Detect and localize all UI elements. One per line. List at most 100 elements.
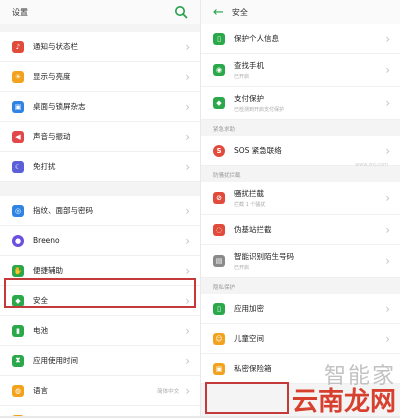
chevron-right-icon: › [185, 69, 190, 84]
list-item[interactable]: ◍ 语言 简体中文 › [0, 376, 200, 406]
list-item-label: 支付保护 [234, 94, 264, 103]
locate-icon: ◉ [213, 64, 225, 76]
list-item[interactable]: ⊘ 骚扰拦截 拦截 1 个骚扰 › [201, 182, 400, 215]
list-item[interactable]: ▦其他设置› [0, 406, 200, 416]
section-header-privacy: 隐私保护 [201, 278, 400, 294]
list-item-label: Breeno [33, 236, 60, 245]
list-item-value: 简体中文 [157, 388, 180, 395]
section-header-harass: 防骚扰拦截 [201, 166, 400, 182]
chevron-right-icon: › [385, 222, 390, 237]
security-list-emergency: S SOS 紧急联络 › [201, 136, 400, 166]
list-item[interactable]: ◉ 查找手机 已开启 › [201, 54, 400, 87]
list-item[interactable]: ◆ 支付保护 已检测到开启支付保护 › [201, 87, 400, 120]
globe-icon: ◍ [12, 384, 24, 397]
tower-icon: ◌ [213, 223, 225, 236]
list-item[interactable]: ◌ 伪基站拦截 › [201, 215, 400, 245]
list-item-text: 骚扰拦截 拦截 1 个骚扰 [234, 188, 385, 208]
chevron-right-icon: › [385, 301, 390, 316]
list-item[interactable]: ♪ 通知与状态栏 › [0, 32, 200, 62]
list-item-label: 应用使用时间 [33, 356, 78, 365]
chevron-right-icon: › [185, 159, 190, 174]
list-item-label: 显示与亮度 [33, 72, 71, 81]
list-item-text: 指纹、面部与密码 [33, 205, 185, 216]
list-item-subtitle: 已开启 [234, 265, 250, 271]
list-item[interactable]: ▣ 桌面与锁屏杂志 › [0, 92, 200, 122]
list-item-subtitle: 已检测到开启支付保护 [234, 107, 285, 113]
safe-icon: ▣ [213, 362, 225, 375]
settings-list-a: ♪ 通知与状态栏 › ☀ 显示与亮度 › ▣ 桌面与锁屏杂志 › ◀ 声音与振动 › ☾ 免打扰 › [0, 32, 200, 182]
list-item-label: 桌面与锁屏杂志 [33, 102, 86, 111]
bell-icon: ♪ [12, 40, 24, 53]
app-lock-icon: ▯ [213, 302, 225, 315]
list-item[interactable]: ◎ 指纹、面部与密码 › [0, 196, 200, 226]
list-item-label: 语言 [33, 386, 48, 395]
list-item-text: 语言 [33, 385, 157, 396]
list-item-text: 便捷辅助 [33, 265, 185, 276]
list-item[interactable]: ▮ 电池 › [0, 316, 200, 346]
chevron-right-icon: › [385, 191, 390, 205]
page-title: 安全 [231, 7, 248, 17]
list-item-text: 通知与状态栏 [33, 41, 185, 52]
chevron-right-icon: › [185, 99, 190, 114]
list-item[interactable]: ▯ 保护个人信息 › [201, 24, 400, 54]
list-item-label: 通知与状态栏 [33, 42, 78, 51]
chevron-right-icon: › [385, 254, 390, 268]
list-item-text: 私密保险箱 [234, 363, 385, 374]
fingerprint-icon: ◎ [12, 204, 24, 217]
list-item[interactable]: ▣ 私密保险箱 › [201, 354, 400, 384]
list-item[interactable]: ☺ 儿童空间 › [201, 324, 400, 354]
back-arrow-icon[interactable]: ← [213, 6, 224, 19]
search-icon[interactable] [174, 5, 188, 19]
list-item[interactable]: ● Breeno › [0, 226, 200, 256]
list-item-subtitle: 已开启 [234, 74, 250, 80]
list-item[interactable]: ▤ 智能识别陌生号码 已开启 › [201, 245, 400, 278]
list-item[interactable]: ☀ 显示与亮度 › [0, 62, 200, 92]
hand-icon: ✋ [12, 264, 24, 277]
list-item-text: 免打扰 [33, 161, 185, 172]
list-item-label: 便捷辅助 [33, 266, 63, 275]
list-item-label: 免打扰 [33, 162, 56, 171]
hourglass-icon: ⧗ [12, 354, 24, 367]
list-item[interactable]: ⧗ 应用使用时间 › [0, 346, 200, 376]
list-item-text: 应用使用时间 [33, 355, 185, 366]
list-item-text: SOS 紧急联络 [234, 145, 385, 156]
list-item-label: 声音与振动 [33, 132, 71, 141]
security-list-harass: ⊘ 骚扰拦截 拦截 1 个骚扰 › ◌ 伪基站拦截 › ▤ 智能识别陌生号码 已开启 › [201, 182, 400, 278]
list-item[interactable]: ☾ 免打扰 › [0, 152, 200, 182]
list-item-subtitle: 拦截 1 个骚扰 [234, 202, 266, 208]
chevron-right-icon: › [185, 39, 190, 54]
security-list-privacy: ▯ 应用加密 › ☺ 儿童空间 › ▣ 私密保险箱 › [201, 294, 400, 384]
list-item-label: SOS 紧急联络 [234, 146, 282, 155]
list-item-text: 儿童空间 [234, 333, 385, 344]
security-header: ← 安全 [201, 0, 400, 24]
list-item-label: 伪基站拦截 [234, 225, 272, 234]
security-panel: ← 安全 ▯ 保护个人信息 › ◉ 查找手机 已开启 › ◆ 支付保护 已检测到开启支付保护 › 紧… [201, 0, 400, 416]
chevron-right-icon: › [385, 361, 390, 376]
block-icon: ⊘ [213, 192, 225, 204]
chevron-right-icon: › [185, 263, 190, 278]
list-item-label: 儿童空间 [234, 334, 264, 343]
breeno-icon: ● [12, 234, 24, 247]
chevron-right-icon: › [185, 233, 190, 248]
list-item-label: 电池 [33, 326, 48, 335]
list-item-text: 支付保护已检测到开启支付保护 [234, 93, 385, 113]
list-item-text: 桌面与锁屏杂志 [33, 101, 185, 112]
chevron-right-icon: › [385, 63, 390, 77]
list-item-label: 私密保险箱 [234, 364, 272, 373]
speaker-icon: ◀ [12, 130, 24, 143]
chevron-right-icon: › [185, 203, 190, 218]
settings-header: 设置 [0, 0, 200, 24]
chevron-right-icon: › [385, 331, 390, 346]
chevron-right-icon: › [385, 31, 390, 46]
list-item-label: 应用加密 [234, 304, 264, 313]
list-item[interactable]: ◀ 声音与振动 › [0, 122, 200, 152]
moon-icon: ☾ [12, 160, 24, 173]
chevron-right-icon: › [385, 143, 390, 158]
list-item-label: 保护个人信息 [234, 34, 279, 43]
list-item-text: 电池 [33, 325, 185, 336]
caller-id-icon: ▤ [213, 255, 225, 267]
list-item[interactable]: ▯ 应用加密 › [201, 294, 400, 324]
sun-icon: ☀ [12, 70, 24, 83]
list-item[interactable]: S SOS 紧急联络 › [201, 136, 400, 166]
list-item-text: 保护个人信息 [234, 33, 385, 44]
